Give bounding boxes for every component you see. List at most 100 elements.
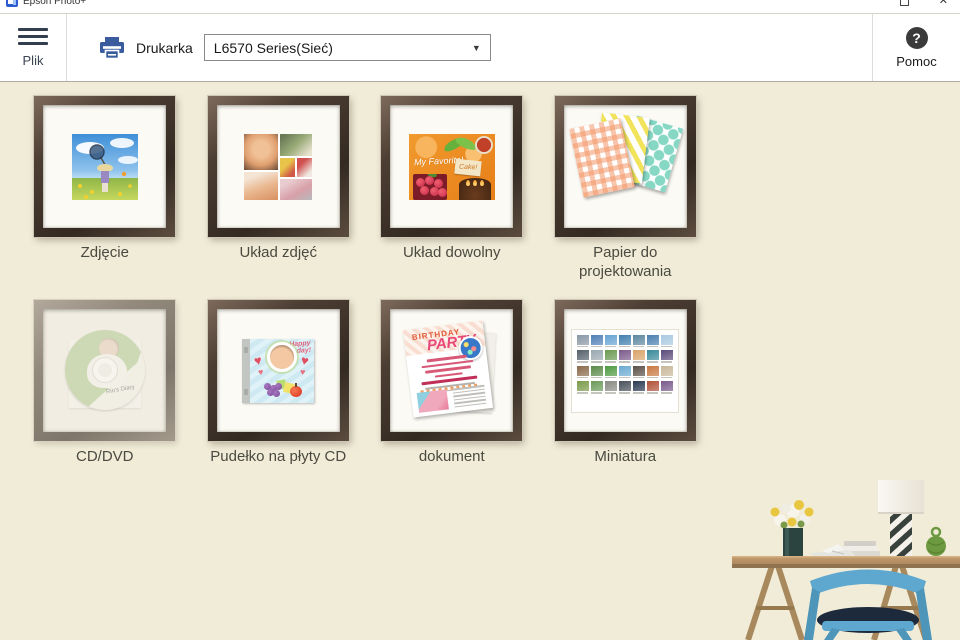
tile-mat: Happy birth day! ♥ ♥ ♥ ♥ xyxy=(217,309,340,432)
heart-icon: ♥ xyxy=(258,366,265,377)
photo-preview-art xyxy=(72,134,138,200)
window-title: Epson Photo+ xyxy=(23,0,86,7)
miniatura-thumbnail xyxy=(605,381,617,394)
tile-dokument[interactable]: BIRTHDAY PARTY xyxy=(365,300,539,504)
cd-case-spine xyxy=(242,339,250,403)
tile-label: dokument xyxy=(419,448,485,467)
tile-label: Papier do projektowania xyxy=(546,244,704,282)
miniatura-thumbnail xyxy=(605,335,617,348)
cake-note: Cake! xyxy=(454,158,481,176)
raspberries-decoration xyxy=(413,174,447,200)
collage-preview-art xyxy=(244,134,312,200)
miniatura-thumbnail xyxy=(591,350,603,363)
miniatura-thumbnail xyxy=(647,366,659,379)
tile-frame xyxy=(208,96,349,237)
help-button[interactable]: ? Pomoc xyxy=(872,14,960,81)
collage-photo xyxy=(244,134,278,170)
apple-decoration xyxy=(290,386,302,397)
miniatura-thumbnail xyxy=(577,381,589,394)
chevron-down-icon: ▼ xyxy=(472,43,481,53)
tile-mat: Rio's Diary xyxy=(43,309,166,432)
tile-uklad-dowolny[interactable]: My Favorite! Cake! xyxy=(365,96,539,300)
tile-uklad-zdjec[interactable]: Układ zdjęć xyxy=(192,96,366,300)
printer-icon xyxy=(99,36,125,60)
miniatura-thumbnail xyxy=(605,366,617,379)
tile-frame: BIRTHDAY PARTY xyxy=(381,300,522,441)
tile-label: Układ zdjęć xyxy=(239,244,317,263)
help-icon: ? xyxy=(906,27,928,49)
tile-cd-dvd[interactable]: Rio's Diary CD/DVD xyxy=(18,300,192,504)
miniatura-thumbnail xyxy=(591,366,603,379)
help-label: Pomoc xyxy=(896,54,936,69)
tile-label: Pudełko na płyty CD xyxy=(210,448,346,467)
miniatura-thumbnail xyxy=(633,335,645,348)
titlebar: Epson Photo+ ✕ xyxy=(0,0,960,14)
miniatura-thumbnail xyxy=(661,366,673,379)
tile-frame: Happy birth day! ♥ ♥ ♥ ♥ xyxy=(208,300,349,441)
file-menu-button[interactable]: Plik xyxy=(0,14,67,81)
tile-zdjecie[interactable]: Zdjęcie xyxy=(18,96,192,300)
tile-miniatura[interactable]: Miniatura xyxy=(539,300,713,504)
flower-vase xyxy=(771,500,814,556)
miniatura-thumbnail xyxy=(647,381,659,394)
toolbar: Plik Drukarka L6570 Series(Sieć) ▼ ? Pom… xyxy=(0,14,960,82)
cd-case-preview-art: Happy birth day! ♥ ♥ ♥ ♥ xyxy=(240,335,316,407)
desk-top xyxy=(732,556,960,568)
desk-illustration xyxy=(698,468,960,640)
miniatura-thumb-grid xyxy=(577,335,673,394)
tile-pudelko-na-plyty-cd[interactable]: Happy birth day! ♥ ♥ ♥ ♥ xyxy=(192,300,366,504)
miniatura-thumbnail xyxy=(661,350,673,363)
tile-mat xyxy=(43,105,166,228)
cd-center-hole xyxy=(93,358,117,382)
miniatura-thumbnail xyxy=(633,381,645,394)
miniatura-thumbnail xyxy=(577,335,589,348)
heart-icon: ♥ xyxy=(299,366,305,377)
tile-frame xyxy=(34,96,175,237)
free-layout-preview-art: My Favorite! Cake! xyxy=(409,134,495,200)
tile-label: Miniatura xyxy=(594,448,656,467)
miniatura-thumbnail xyxy=(661,335,673,348)
miniatura-thumbnail xyxy=(605,350,617,363)
printer-group: Drukarka L6570 Series(Sieć) ▼ xyxy=(99,14,491,81)
printer-label: Drukarka xyxy=(136,40,193,56)
tile-mat: My Favorite! Cake! xyxy=(390,105,513,228)
miniatura-thumbnail xyxy=(619,350,631,363)
tile-mat xyxy=(564,105,687,228)
tile-label: Układ dowolny xyxy=(403,244,501,263)
tile-frame: My Favorite! Cake! xyxy=(381,96,522,237)
cake-note-text: Cake! xyxy=(458,163,477,171)
tile-frame xyxy=(555,96,696,237)
app-icon xyxy=(6,0,18,7)
baby-photo-circle xyxy=(267,342,297,372)
tile-label: Zdjęcie xyxy=(81,244,129,263)
knit-ball xyxy=(926,528,946,556)
file-menu-label: Plik xyxy=(23,53,44,68)
miniatura-thumbnail xyxy=(647,335,659,348)
collage-photo xyxy=(297,158,312,177)
tile-papier-do-projektowania[interactable]: Papier do projektowania xyxy=(539,96,713,300)
miniatura-thumbnail xyxy=(591,381,603,394)
collage-photo xyxy=(280,179,312,200)
printer-select-dropdown[interactable]: L6570 Series(Sieć) ▼ xyxy=(204,34,491,61)
design-paper-preview-art xyxy=(564,105,687,228)
collage-photo xyxy=(244,172,278,200)
cd-preview-art: Rio's Diary xyxy=(61,328,149,414)
miniatura-thumbnail xyxy=(647,350,659,363)
maximize-button-icon[interactable] xyxy=(900,0,909,6)
desk-lamp xyxy=(878,480,924,557)
miniatura-thumbnail xyxy=(619,381,631,394)
flyer-photo xyxy=(416,389,448,413)
miniatura-thumbnail xyxy=(661,381,673,394)
dish-decoration xyxy=(475,136,493,154)
cd-disc: Rio's Diary xyxy=(65,330,145,410)
party-flyer: BIRTHDAY PARTY xyxy=(403,320,493,417)
close-button-icon[interactable]: ✕ xyxy=(939,0,948,7)
window-controls: ✕ xyxy=(900,0,954,7)
collage-photo xyxy=(280,134,312,156)
miniatura-thumbnail xyxy=(633,350,645,363)
thumbnail-sheet-preview-art xyxy=(572,330,678,412)
grapes-decoration xyxy=(264,383,282,397)
miniatura-thumbnail xyxy=(577,366,589,379)
tile-frame xyxy=(555,300,696,441)
tile-grid: Zdjęcie xyxy=(18,96,712,504)
